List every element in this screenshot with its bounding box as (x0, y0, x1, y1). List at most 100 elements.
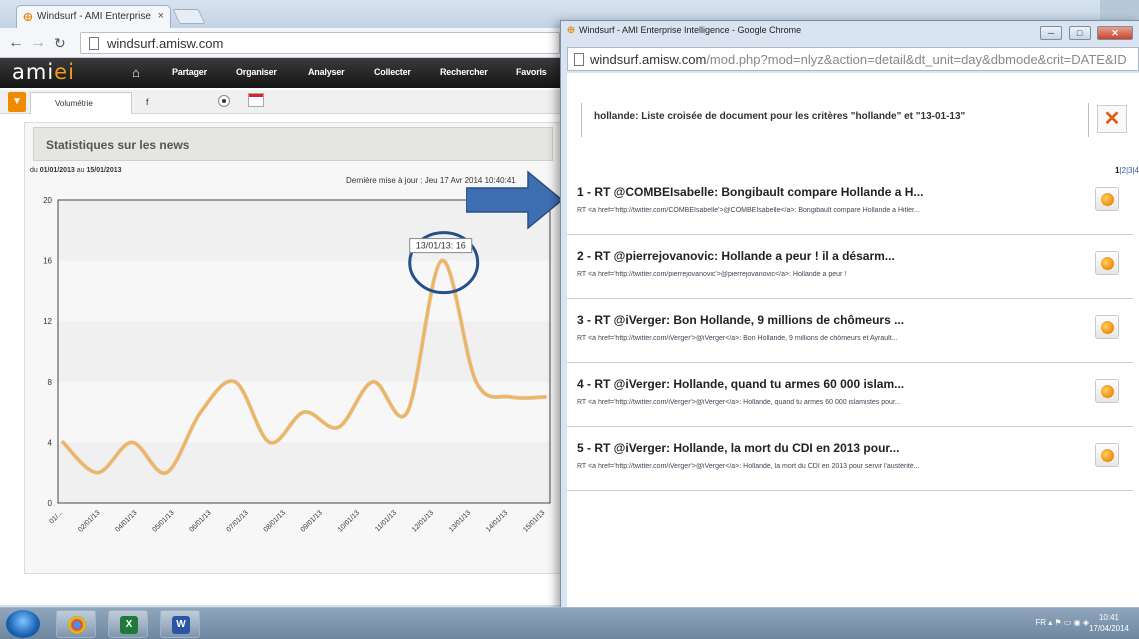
start-button[interactable] (6, 610, 40, 638)
list-item[interactable]: 3 - RT @iVerger: Bon Hollande, 9 million… (567, 305, 1133, 363)
data-point (440, 259, 444, 263)
maximize-icon[interactable]: □ (1068, 26, 1091, 40)
popup-content: hollande: Liste croisée de document pour… (567, 73, 1139, 607)
list-item[interactable]: 4 - RT @iVerger: Hollande, quand tu arme… (567, 369, 1133, 427)
clock[interactable]: 10:41 17/04/2014 (1089, 612, 1129, 634)
popup-title-text: Windsurf - AMI Enterprise Intelligence -… (579, 25, 802, 35)
radio-toggle[interactable] (218, 95, 230, 107)
tab-title: Windsurf - AMI Enterprise (37, 11, 151, 22)
address-bar[interactable]: windsurf.amisw.com (80, 32, 560, 54)
favicon-icon: ⴲ (23, 12, 33, 24)
item-title[interactable]: 1 - RT @COMBEIsabelle: Bongibault compar… (577, 185, 923, 199)
data-point (268, 440, 272, 444)
item-title[interactable]: 4 - RT @iVerger: Hollande, quand tu arme… (577, 377, 904, 391)
menu-organiser[interactable]: Organiser (236, 67, 277, 77)
y-tick-label: 20 (43, 196, 52, 205)
x-tick-label: 08/01/13 (263, 509, 287, 533)
x-tick-label: 10/01/13 (337, 509, 361, 533)
page-4[interactable]: 4 (1135, 166, 1139, 175)
item-action-icon[interactable] (1095, 379, 1119, 403)
language-indicator[interactable]: FR (1035, 618, 1046, 627)
system-tray: FR ▴ ⚑ ▭ ◉ ◈ (1035, 618, 1089, 627)
date-range: du 01/01/2013 au 15/01/2013 (30, 167, 122, 174)
tooltip-label: 13/01/13: 16 (416, 241, 466, 251)
home-icon[interactable]: ⌂ (132, 65, 140, 80)
tab-volumetrie[interactable]: Volumétrie (30, 92, 132, 114)
page-icon (89, 37, 99, 50)
annotation-arrow-icon (466, 170, 564, 230)
data-point (233, 380, 237, 384)
x-tick-label: 05/01/13 (151, 509, 175, 533)
item-action-icon[interactable] (1095, 443, 1119, 467)
item-title[interactable]: 3 - RT @iVerger: Bon Hollande, 9 million… (577, 313, 904, 327)
menu-favoris[interactable]: Favoris (516, 67, 547, 77)
collapse-down-icon[interactable]: ▼ (8, 92, 26, 112)
taskbar-word[interactable]: W (160, 610, 200, 638)
minimize-icon[interactable]: ─ (1040, 26, 1063, 40)
window-close-icon[interactable]: ✕ (1097, 26, 1133, 40)
panel-title: Statistiques sur les news (33, 127, 553, 161)
taskbar-excel[interactable]: X (108, 610, 148, 638)
forward-arrow-icon[interactable]: → (30, 34, 46, 52)
clock-date: 17/04/2014 (1088, 624, 1129, 633)
item-action-icon[interactable] (1095, 187, 1119, 211)
address-bar-url: windsurf.amisw.com (107, 36, 224, 51)
y-tick-label: 8 (48, 378, 53, 387)
close-results-icon[interactable]: ✕ (1097, 105, 1127, 133)
pagination: 1|2|3|4 (1114, 166, 1139, 175)
plot-band (58, 321, 550, 382)
data-point (405, 410, 409, 414)
popup-window-controls: ─ □ ✕ (1038, 23, 1133, 41)
period-to: 15/01/2013 (86, 167, 122, 174)
back-arrow-icon[interactable]: ← (8, 34, 24, 52)
popup-favicon-icon: ⴲ (567, 25, 575, 35)
item-title[interactable]: 5 - RT @iVerger: Hollande, la mort du CD… (577, 441, 899, 455)
item-action-icon[interactable] (1095, 315, 1119, 339)
page-1[interactable]: 1 (1115, 166, 1119, 175)
logo-text: ami (12, 60, 55, 84)
page-3[interactable]: 3 (1128, 166, 1132, 175)
menu-partager[interactable]: Partager (172, 67, 207, 77)
x-tick-label: 01/... (48, 509, 64, 525)
word-icon: W (172, 616, 190, 634)
tab-close-icon[interactable]: × (158, 10, 164, 22)
plot-band (58, 442, 550, 503)
menu-analyser[interactable]: Analyser (308, 67, 345, 77)
calendar-icon[interactable] (248, 93, 264, 107)
new-tab-button[interactable] (172, 9, 206, 24)
period-prefix: du (30, 167, 40, 174)
popup-url-domain: windsurf.amisw.com (590, 52, 707, 67)
reload-icon[interactable]: ↻ (54, 35, 66, 52)
period-from: 01/01/2013 (39, 167, 75, 174)
y-tick-label: 12 (43, 317, 52, 326)
list-item[interactable]: 5 - RT @iVerger: Hollande, la mort du CD… (567, 433, 1133, 491)
data-point (474, 380, 478, 384)
list-item[interactable]: 1 - RT @COMBEIsabelle: Bongibault compar… (567, 177, 1133, 235)
list-item[interactable]: 2 - RT @pierrejovanovic: Hollande a peur… (567, 241, 1133, 299)
app-logo[interactable]: amiei (12, 60, 75, 84)
x-tick-label: 02/01/13 (77, 509, 101, 533)
data-point (302, 410, 306, 414)
item-snippet: RT <a href='http://twitter.com/pierrejov… (577, 271, 847, 278)
menu-collecter[interactable]: Collecter (374, 67, 411, 77)
y-tick-label: 16 (43, 257, 52, 266)
data-point (371, 380, 375, 384)
page-2[interactable]: 2 (1121, 166, 1125, 175)
criteria-title: hollande: Liste croisée de document pour… (581, 103, 1089, 137)
data-point (61, 440, 65, 444)
taskbar-chrome[interactable] (56, 610, 96, 638)
item-action-icon[interactable] (1095, 251, 1119, 275)
popup-address-bar[interactable]: windsurf.amisw.com/mod.php?mod=nlyz&acti… (567, 47, 1139, 71)
logo-accent: ei (54, 60, 75, 84)
x-tick-label: 09/01/13 (300, 509, 324, 533)
item-snippet: RT <a href='http://twitter.com/iVerger'>… (577, 463, 920, 470)
browser-tab[interactable]: ⴲ Windsurf - AMI Enterprise × (16, 5, 171, 28)
desktop: ⴲ Windsurf - AMI Enterprise × ← → ↻ wind… (0, 0, 1139, 639)
excel-icon: X (120, 616, 138, 634)
menu-rechercher[interactable]: Rechercher (440, 67, 488, 77)
chrome-icon (68, 616, 86, 634)
x-tick-label: 14/01/13 (485, 509, 509, 533)
data-point (199, 410, 203, 414)
data-point (336, 425, 340, 429)
item-title[interactable]: 2 - RT @pierrejovanovic: Hollande a peur… (577, 249, 895, 263)
